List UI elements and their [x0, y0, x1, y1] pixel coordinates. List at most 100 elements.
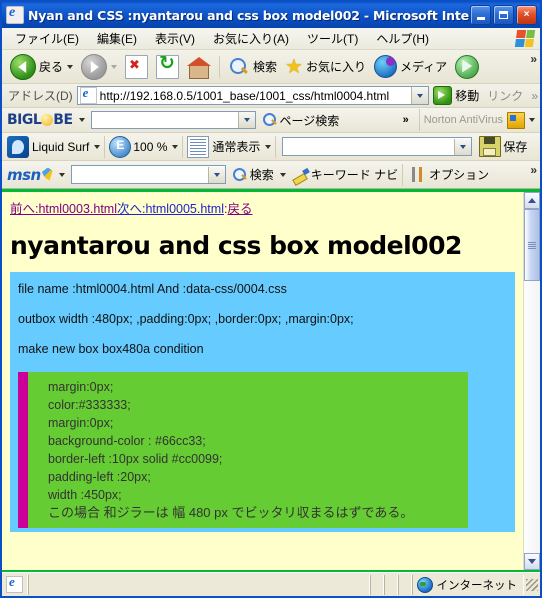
menu-file[interactable]: ファイル(E)	[6, 28, 88, 49]
msn-options-label: オプション	[429, 168, 490, 182]
search-button[interactable]: 検索	[224, 54, 281, 80]
favorites-button[interactable]: ★ お気に入り	[281, 55, 370, 79]
page-scrollbar[interactable]	[523, 192, 540, 570]
toolbar-overflow-button[interactable]: »	[530, 52, 537, 66]
pencil-icon	[292, 167, 310, 183]
msn-search-input[interactable]	[70, 165, 226, 184]
biglobe-overflow-button[interactable]: »	[403, 114, 409, 126]
save-icon[interactable]	[479, 136, 502, 157]
link-prev[interactable]: 前へ:html0003.html	[10, 202, 117, 216]
biglobe-toolbar: BIGL BE ページ検索 » Norton AntiVirus	[2, 108, 540, 133]
liquidsurf-label: Liquid Surf	[32, 139, 90, 154]
address-dropdown-button[interactable]	[411, 87, 429, 104]
msn-search-button[interactable]: 検索	[232, 166, 274, 183]
msn-butterfly-icon	[41, 167, 53, 181]
menu-view[interactable]: 表示(V)	[146, 28, 204, 49]
media-button[interactable]: メディア	[370, 53, 451, 80]
menu-tools[interactable]: ツール(T)	[298, 28, 367, 49]
web-page: 前へ:html0003.html次へ:html0005.html:戻る nyan…	[2, 192, 523, 570]
maximize-button[interactable]	[493, 5, 514, 25]
back-button[interactable]: 戻る	[6, 52, 77, 82]
css-prop-color: color:#333333;	[48, 398, 131, 412]
biglobe-search-dropdown[interactable]	[237, 112, 255, 128]
close-icon: ×	[523, 9, 530, 20]
address-input[interactable]: http://192.168.0.5/1001_base/1001_css/ht…	[76, 85, 430, 105]
scroll-down-button[interactable]	[524, 553, 540, 570]
ls-sep-2	[182, 135, 184, 158]
css-prop-background-color: background-color : #66cc33;	[48, 434, 206, 448]
info-line-filename: file name :html0004.html And :data-css/0…	[18, 282, 287, 296]
msn-search-icon	[232, 167, 248, 183]
css-prop-margin-2: margin:0px;	[48, 416, 114, 430]
go-label: 移動	[455, 89, 480, 103]
media-globe-icon	[373, 55, 397, 78]
msn-menu-icon[interactable]	[58, 172, 65, 177]
status-cell-3	[383, 574, 398, 595]
address-value: http://192.168.0.5/1001_base/1001_css/ht…	[99, 88, 390, 103]
biglobe-dot-icon	[41, 114, 54, 126]
liquidsurf-input-dropdown[interactable]	[454, 138, 472, 155]
status-page-icon	[6, 574, 23, 593]
biglobe-page-search-button[interactable]: ページ検索	[262, 112, 339, 129]
liquidsurf-text-input[interactable]	[282, 137, 473, 156]
ls-sep-1	[104, 135, 106, 158]
history-button[interactable]	[451, 53, 483, 81]
zoom-dropdown-icon[interactable]	[172, 144, 179, 149]
status-message-cell	[28, 574, 370, 595]
forward-button	[77, 52, 121, 82]
minimize-button[interactable]	[470, 5, 491, 25]
home-icon	[187, 56, 212, 79]
link-back[interactable]: 戻る	[227, 202, 252, 216]
link-next[interactable]: 次へ:html0005.html	[117, 202, 224, 216]
save-label[interactable]: 保存	[503, 138, 527, 155]
stop-button[interactable]	[121, 53, 152, 81]
biglobe-search-input[interactable]	[90, 111, 256, 129]
norton-dropdown-icon[interactable]	[529, 118, 535, 122]
msn-search-dropdown-icon[interactable]	[279, 172, 286, 177]
norton-antivirus-label: Norton AntiVirus	[423, 114, 503, 126]
menu-favorites[interactable]: お気に入り(A)	[204, 28, 298, 49]
css-prop-width: width :450px;	[48, 488, 122, 502]
scrollbar-track[interactable]	[524, 209, 540, 553]
refresh-icon	[156, 54, 180, 79]
address-overflow-button[interactable]: »	[531, 89, 538, 103]
content-area: 前へ:html0003.html次へ:html0005.html:戻る nyan…	[2, 189, 540, 572]
standard-toolbar: 戻る 検索 ★ お気に入り メディア	[2, 50, 540, 84]
status-zone-cell[interactable]: インターネット	[411, 574, 524, 595]
css-box-green: margin:0px; color:#333333; margin:0px; b…	[18, 372, 468, 528]
msn-overflow-button[interactable]: »	[530, 163, 537, 177]
info-line-outbox: outbox width :480px; ,padding:0px; ,bord…	[18, 312, 354, 326]
view-mode-dropdown-icon[interactable]	[265, 144, 272, 149]
links-label[interactable]: リンク	[487, 87, 523, 104]
home-button[interactable]	[183, 54, 215, 80]
stop-icon	[125, 54, 149, 79]
go-arrow-icon	[433, 86, 453, 105]
liquidsurf-dropdown-icon[interactable]	[94, 144, 101, 149]
menu-edit[interactable]: 編集(E)	[88, 28, 146, 49]
close-button[interactable]: ×	[516, 5, 537, 25]
zoom-level-label[interactable]: 100 %	[133, 140, 167, 154]
menu-help[interactable]: ヘルプ(H)	[367, 28, 438, 49]
resize-grip-icon[interactable]	[526, 578, 538, 591]
biglobe-menu-icon[interactable]	[78, 118, 85, 122]
internet-zone-icon	[416, 576, 433, 593]
browser-window: Nyan and CSS :nyantarou and css box mode…	[0, 0, 542, 598]
msn-search-dropdown[interactable]	[207, 166, 225, 183]
norton-icon[interactable]	[507, 111, 525, 129]
msn-options-button[interactable]: オプション	[409, 166, 489, 183]
back-dropdown-icon[interactable]	[67, 64, 74, 69]
view-mode-label[interactable]: 通常表示	[212, 138, 260, 155]
liquidsurf-toolbar: Liquid Surf 100 % 通常表示 保存	[2, 133, 540, 161]
ie-logo-icon	[6, 6, 24, 24]
refresh-button[interactable]	[152, 53, 183, 81]
zone-label: インターネット	[436, 579, 518, 592]
chevron-down-icon	[528, 559, 536, 564]
scroll-up-button[interactable]	[524, 192, 540, 209]
scrollbar-thumb[interactable]	[524, 209, 540, 281]
address-bar: アドレス(D) http://192.168.0.5/1001_base/100…	[2, 84, 540, 108]
go-button[interactable]: 移動	[433, 86, 479, 105]
keyword-navi-button[interactable]: キーワード ナビ	[292, 166, 398, 183]
zoom-icon	[109, 135, 132, 158]
star-icon: ★	[285, 55, 303, 78]
search-label: 検索	[253, 60, 278, 74]
